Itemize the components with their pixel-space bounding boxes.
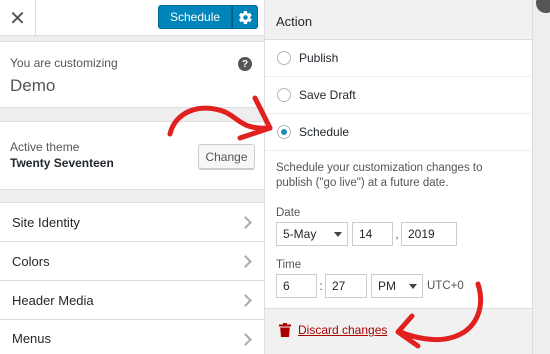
section-list: Site Identity Colors Header Media Menus xyxy=(0,202,264,354)
section-site-identity[interactable]: Site Identity xyxy=(0,202,264,241)
publish-settings-panel: Action Publish Save Draft Schedule Sched… xyxy=(265,0,533,354)
hour-input[interactable]: 6 xyxy=(276,274,317,298)
year-input[interactable]: 2019 xyxy=(401,222,457,246)
right-gutter xyxy=(533,0,550,354)
customizing-label: You are customizing xyxy=(10,56,118,70)
time-fields: 6 : 27 PM UTC+0 xyxy=(265,274,532,298)
radio-button[interactable] xyxy=(277,51,291,65)
chevron-right-icon xyxy=(239,216,252,229)
caret-down-icon xyxy=(334,232,342,237)
chevron-right-icon xyxy=(239,255,252,268)
ampm-select[interactable]: PM xyxy=(371,274,423,298)
publish-button-group: Schedule xyxy=(158,5,259,29)
section-label: Site Identity xyxy=(12,214,80,230)
caret-down-icon xyxy=(409,284,417,289)
action-heading: Action xyxy=(265,0,532,40)
month-value: 5-May xyxy=(283,227,317,241)
help-icon[interactable]: ? xyxy=(238,57,252,71)
radio-button[interactable] xyxy=(277,88,291,102)
schedule-button[interactable]: Schedule xyxy=(158,5,233,29)
ampm-value: PM xyxy=(378,279,396,293)
section-label: Header Media xyxy=(12,292,94,308)
time-separator: : xyxy=(319,279,323,293)
site-title: Demo xyxy=(10,76,56,95)
customizing-info: You are customizing Demo ? xyxy=(0,41,264,108)
section-header-media[interactable]: Header Media xyxy=(0,280,264,319)
section-menus[interactable]: Menus xyxy=(0,319,264,354)
minute-input[interactable]: 27 xyxy=(325,274,367,298)
schedule-description: Schedule your customization changes to p… xyxy=(276,162,483,189)
radio-label: Save Draft xyxy=(299,88,356,102)
section-colors[interactable]: Colors xyxy=(0,241,264,280)
month-select[interactable]: 5-May xyxy=(276,222,348,246)
discard-changes-link[interactable]: Discard changes xyxy=(298,323,387,337)
day-input[interactable]: 14 xyxy=(352,222,393,246)
time-label: Time xyxy=(276,259,302,271)
radio-schedule[interactable]: Schedule xyxy=(265,114,532,151)
radio-label: Schedule xyxy=(299,125,350,139)
trash-icon xyxy=(279,323,291,337)
active-theme-panel: Active theme Twenty Seventeen Change xyxy=(0,121,264,190)
section-label: Colors xyxy=(12,253,50,269)
change-theme-button[interactable]: Change xyxy=(198,144,255,169)
radio-label: Publish xyxy=(299,51,339,65)
date-label: Date xyxy=(276,207,301,219)
discard-area: Discard changes xyxy=(265,308,532,354)
radio-button-selected[interactable] xyxy=(277,125,291,139)
section-label: Menus xyxy=(12,331,52,346)
timezone-label: UTC+0 xyxy=(427,280,464,292)
radio-save-draft[interactable]: Save Draft xyxy=(265,77,532,114)
chevron-right-icon xyxy=(239,333,252,346)
customizer-header: ✕ Schedule xyxy=(0,0,264,36)
close-icon[interactable]: ✕ xyxy=(0,0,36,36)
radio-publish[interactable]: Publish xyxy=(265,40,532,77)
date-separator: , xyxy=(395,227,399,241)
customizer-sidebar: ✕ Schedule You are customizing Demo ? Ac… xyxy=(0,0,265,354)
date-fields: 5-May 14 , 2019 xyxy=(265,222,532,246)
chevron-right-icon xyxy=(239,294,252,307)
gear-icon[interactable] xyxy=(232,5,259,29)
